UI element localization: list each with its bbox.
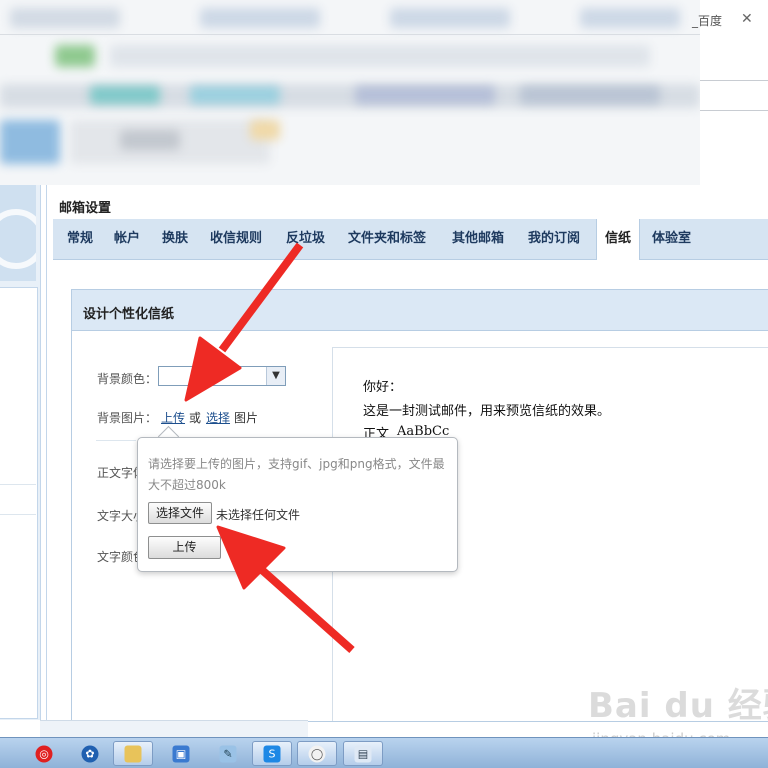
upload-hint: 请选择要上传的图片，支持gif、jpg和png格式，文件最 大不超过800k [148,454,448,496]
upload-link[interactable]: 上传 [161,409,185,426]
panel-header: 设计个性化信纸 [72,290,768,331]
page-title: 邮箱设置 [59,201,112,216]
sidebar-panel [0,287,38,719]
choose-link[interactable]: 选择 [206,409,230,426]
sogou-input-icon: S [263,745,281,762]
chat-icon: ◯ [308,745,326,762]
divider [0,484,36,485]
bg-image-label: 背景图片： [97,411,158,425]
upload-button[interactable]: 上传 [148,536,221,559]
tab-anti-spam[interactable]: 反垃圾 [286,219,325,259]
bg-color-label: 背景颜色： [97,372,158,386]
taskbar-item[interactable]: ✿ [70,741,110,766]
taskbar-item[interactable]: S [252,741,292,766]
tab-other-mailboxes[interactable]: 其他邮箱 [452,219,504,259]
watermark-logo: Bai du 经验 [588,686,768,726]
bg-color-select[interactable]: ▼ [158,366,286,386]
chrome-divider [700,110,768,111]
tab-skin[interactable]: 换肤 [162,219,188,259]
left-sidebar [0,185,41,720]
chrome-divider [700,80,768,81]
chrome-divider [0,34,768,35]
tab-folders-labels[interactable]: 文件夹和标签 [348,219,426,259]
dialog-footer [40,720,308,738]
record-icon: ◎ [35,745,53,762]
divider [96,440,136,441]
close-icon[interactable]: ✕ [741,11,753,27]
media-player-icon: ✿ [81,745,99,762]
image-viewer-icon: ▣ [172,745,190,762]
file-explorer-icon [124,745,142,762]
taskbar-item[interactable]: ◎ [24,741,64,766]
upload-hint-line1: 请选择要上传的图片，支持gif、jpg和png格式，文件最 [148,457,445,471]
panel-title: 设计个性化信纸 [83,307,175,322]
preview-greeting: 你好： [363,380,403,395]
chevron-down-icon: ▼ [266,367,285,385]
browser-chrome: _百度 ✕ [0,0,768,185]
tab-subscriptions[interactable]: 我的订阅 [528,219,580,259]
upload-hint-line2: 大不超过800k [148,478,226,492]
or-text: 或 [189,411,202,425]
taskbar-item[interactable] [113,741,153,766]
taskbar-item[interactable]: ▣ [161,741,201,766]
taskbar-item[interactable]: ▤ [343,741,383,766]
tab-account[interactable]: 帐户 [114,219,140,259]
mail-logo-icon [0,185,36,281]
tab-general[interactable]: 常规 [67,219,93,259]
taskbar-item[interactable]: ◯ [297,741,337,766]
paint-icon: ✎ [219,745,237,762]
tab-stationery[interactable]: 信纸 [596,219,641,260]
image-text: 图片 [234,411,259,425]
browser-tab-title[interactable]: _百度 [692,12,722,29]
taskbar-item[interactable]: ✎ [208,741,248,766]
settings-tab-bar: 常规 帐户 换肤 收信规则 反垃圾 文件夹和标签 其他邮箱 我的订阅 信纸 体验… [53,219,768,260]
tab-mail-rules[interactable]: 收信规则 [210,219,262,259]
taskbar: ◎ ✿ ▣ ✎ S ◯ ▤ [0,737,768,768]
preview-body: 这是一封测试邮件，用来预览信纸的效果。 [363,404,611,419]
divider [0,514,36,515]
no-file-status: 未选择任何文件 [216,508,301,522]
notepad-icon: ▤ [354,745,372,762]
choose-file-button[interactable]: 选择文件 [148,502,212,524]
tab-lab[interactable]: 体验室 [652,219,691,259]
